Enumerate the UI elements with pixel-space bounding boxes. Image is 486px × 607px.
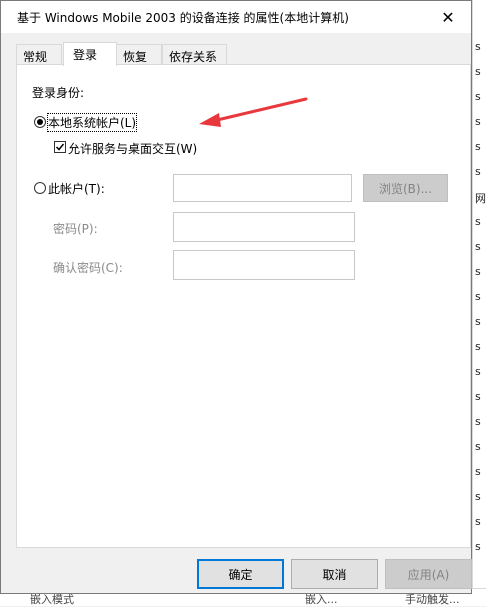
this-account-radio[interactable] bbox=[34, 182, 46, 194]
password-input[interactable] bbox=[173, 212, 355, 242]
checkmark-icon bbox=[55, 143, 65, 151]
password-label: 密码(P): bbox=[53, 222, 98, 236]
background-char: s bbox=[475, 165, 481, 178]
tab-logon[interactable]: 登录 bbox=[63, 42, 117, 66]
background-char: s bbox=[475, 490, 481, 503]
local-system-label[interactable]: 本地系统帐户(L) bbox=[46, 113, 138, 132]
this-account-input[interactable] bbox=[173, 174, 352, 202]
logon-panel: 登录身份: 本地系统帐户(L) 允许服务与桌面交互(W) 此帐户(T): 浏览(… bbox=[16, 64, 471, 548]
this-account-label[interactable]: 此帐户(T): bbox=[48, 180, 105, 197]
radio-selected-dot bbox=[37, 119, 43, 125]
background-char: s bbox=[475, 240, 481, 253]
tab-dependencies[interactable]: 依存关系 bbox=[162, 44, 227, 64]
apply-button[interactable]: 应用(A) bbox=[385, 559, 472, 589]
background-char: s bbox=[475, 515, 481, 528]
background-char: s bbox=[475, 140, 481, 153]
tab-general[interactable]: 常规 bbox=[16, 44, 62, 64]
background-char: s bbox=[475, 40, 481, 53]
background-char: s bbox=[475, 90, 481, 103]
background-char: s bbox=[475, 415, 481, 428]
background-char: s bbox=[475, 440, 481, 453]
background-char: s bbox=[475, 290, 481, 303]
close-icon: ✕ bbox=[441, 7, 455, 27]
background-char: s bbox=[475, 390, 481, 403]
close-button[interactable]: ✕ bbox=[425, 1, 471, 33]
title-bar: 基于 Windows Mobile 2003 的设备连接 的属性(本地计算机) … bbox=[1, 1, 471, 33]
confirm-password-input[interactable] bbox=[173, 250, 355, 280]
background-char: s bbox=[475, 115, 481, 128]
browse-button[interactable]: 浏览(B)... bbox=[363, 174, 448, 202]
background-char: s bbox=[475, 340, 481, 353]
logon-as-label: 登录身份: bbox=[32, 86, 85, 100]
allow-desktop-checkbox[interactable] bbox=[54, 141, 66, 153]
allow-desktop-label[interactable]: 允许服务与桌面交互(W) bbox=[68, 140, 197, 157]
ok-button[interactable]: 确定 bbox=[197, 559, 284, 589]
confirm-password-label: 确认密码(C): bbox=[53, 261, 123, 275]
annotation-arrow-icon bbox=[199, 97, 308, 127]
properties-dialog: 基于 Windows Mobile 2003 的设备连接 的属性(本地计算机) … bbox=[0, 0, 472, 594]
background-char: 网 bbox=[475, 192, 486, 205]
background-char: s bbox=[475, 465, 481, 478]
background-char: s bbox=[475, 540, 481, 553]
background-window-right: ssssss网ssssssssssssss bbox=[472, 0, 486, 605]
background-char: s bbox=[475, 215, 481, 228]
tab-recovery[interactable]: 恢复 bbox=[116, 44, 162, 64]
background-char: s bbox=[475, 65, 481, 78]
local-system-radio[interactable] bbox=[34, 116, 46, 128]
dialog-title: 基于 Windows Mobile 2003 的设备连接 的属性(本地计算机) bbox=[17, 11, 349, 25]
background-char: s bbox=[475, 315, 481, 328]
cancel-button[interactable]: 取消 bbox=[291, 559, 378, 589]
background-char: s bbox=[475, 265, 481, 278]
background-char: s bbox=[475, 365, 481, 378]
